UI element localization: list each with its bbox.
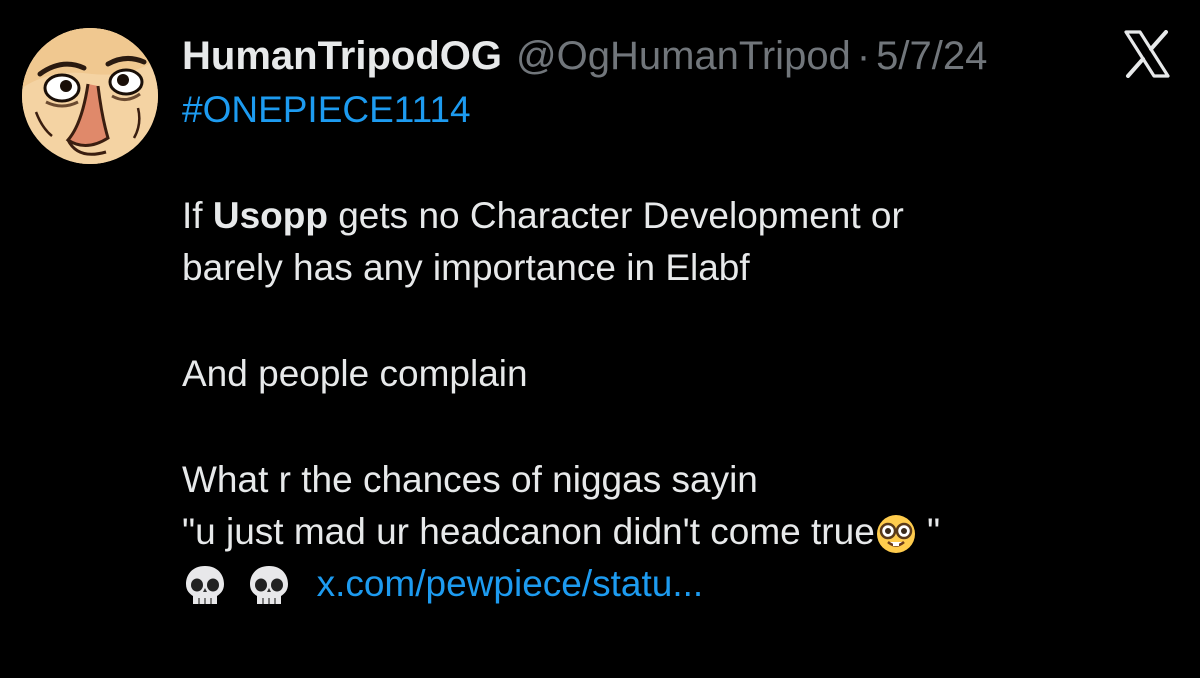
skull-emoji [182, 563, 228, 609]
avatar-face-illustration [22, 28, 158, 164]
line5-text: "u just mad ur headcanon didn't come tru… [182, 511, 875, 552]
tweet-date[interactable]: 5/7/24 [876, 26, 987, 86]
avatar[interactable] [22, 28, 158, 164]
line1-prefix: If [182, 195, 213, 236]
tweet-line-3: And people complain [182, 353, 528, 394]
tweet-line-6: x.com/pewpiece/statu... [182, 558, 1182, 610]
status-link[interactable]: x.com/pewpiece/statu... [317, 563, 704, 604]
bold-name: Usopp [212, 195, 328, 236]
skull-emoji [246, 563, 292, 609]
tweet-header: HumanTripodOG @OgHumanTripod · 5/7/24 [182, 26, 987, 86]
nerd-face-emoji [875, 513, 917, 555]
tweet-line-2: barely has any importance in Elabf [182, 247, 750, 288]
line1-suffix: gets no Character Development or [327, 195, 904, 236]
tweet-line-5: "u just mad ur headcanon didn't come tru… [182, 506, 1182, 558]
display-name[interactable]: HumanTripodOG [182, 26, 502, 86]
x-logo-icon[interactable] [1124, 30, 1170, 78]
user-handle[interactable]: @OgHumanTripod [516, 26, 851, 86]
hashtag-link[interactable]: #ONEPIECE1114 [182, 89, 471, 130]
separator-dot: · [856, 34, 871, 78]
tweet-text: #ONEPIECE1114 If Usopp gets no Character… [182, 84, 1182, 610]
tweet-line-1: If Usopp gets no Character Development o… [182, 190, 1182, 242]
tweet-line-4: What r the chances of niggas sayin [182, 459, 758, 500]
line5-end: " [916, 511, 941, 552]
